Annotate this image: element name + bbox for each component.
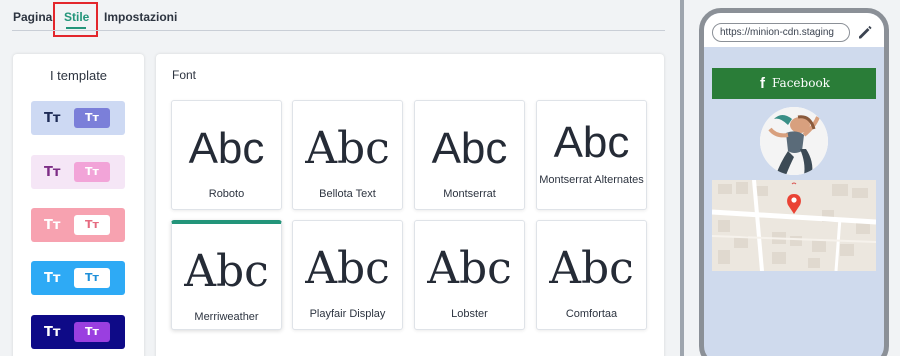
font-sample-text: Abc [305,243,390,294]
font-name-label: Lobster [451,308,488,320]
font-name-label: Comfortaa [565,308,618,320]
template-option-1[interactable]: Tт Tт [31,101,125,135]
font-name-label: Montserrat Alternates [539,174,644,186]
font-sample-text: Abc [553,118,630,167]
font-sample-text: Abc [184,246,269,297]
template-button-sample: Tт [74,215,110,235]
template-heading-sample: Tт [44,165,61,180]
template-button-sample: Tт [74,108,110,128]
font-card-montserrat[interactable]: Abc Montserrat [414,100,525,210]
phone-url-bar: https://minion-cdn.staging [704,13,884,47]
facebook-button[interactable]: f Facebook [712,68,876,99]
font-card-playfair-display[interactable]: Abc Playfair Display [292,220,403,330]
template-option-5[interactable]: Tт Tт [31,315,125,349]
phone-preview: https://minion-cdn.staging f Facebook [699,8,889,356]
font-card-montserrat-alternates[interactable]: Abc Montserrat Alternates [536,100,647,210]
pencil-icon[interactable] [856,23,874,41]
font-card-roboto[interactable]: Abc Roboto [171,100,282,210]
template-button-sample: Tт [74,268,110,288]
font-card-merriweather[interactable]: Abc Merriweather [171,220,282,330]
font-sample-text: Abc [427,243,512,294]
facebook-f-icon: f [760,75,765,92]
template-button-sample: Tт [74,322,110,342]
template-heading-sample: Tт [44,218,61,233]
font-sample-text: Abc [188,124,265,173]
tab-bar: Pagina Stile Impostazioni [0,0,666,44]
map-image [712,180,876,271]
template-heading-sample: Tт [44,111,61,126]
font-name-label: Bellota Text [319,188,376,200]
font-sample-text: Abc [431,124,508,173]
font-card-bellota-text[interactable]: Abc Bellota Text [292,100,403,210]
template-button-sample: Tт [74,162,110,182]
facebook-button-label: Facebook [772,76,830,90]
template-option-4[interactable]: Tт Tт [31,261,125,295]
font-name-label: Merriweather [194,311,259,323]
tab-pagina[interactable]: Pagina [13,10,52,24]
font-card-comfortaa[interactable]: Abc Comfortaa [536,220,647,330]
map-widget[interactable] [712,180,876,271]
template-option-2[interactable]: Tт Tт [31,155,125,189]
templates-title: I template [49,68,108,83]
template-heading-sample: Tт [44,271,61,286]
dancer-photo [760,107,828,175]
avatar [760,107,828,175]
font-name-label: Playfair Display [309,308,386,320]
url-field[interactable]: https://minion-cdn.staging [712,23,850,42]
tabs-divider [12,30,665,31]
font-name-label: Montserrat [443,188,496,200]
templates-panel: I template Tт Tт Tт Tт Tт Tт Tт Tт Tт Tт [13,54,144,356]
template-option-3[interactable]: Tт Tт [31,208,125,242]
tab-impostazioni[interactable]: Impostazioni [104,10,177,24]
font-panel: Font Abc Roboto Abc Bellota Text Abc Montserr… [156,54,664,356]
font-sample-text: Abc [549,243,634,294]
font-sample-text: Abc [305,123,390,174]
font-card-lobster[interactable]: Abc Lobster [414,220,525,330]
font-panel-title: Font [172,68,197,82]
tab-highlight-box [53,2,98,37]
template-heading-sample: Tт [44,325,61,340]
font-name-label: Roboto [208,188,245,200]
